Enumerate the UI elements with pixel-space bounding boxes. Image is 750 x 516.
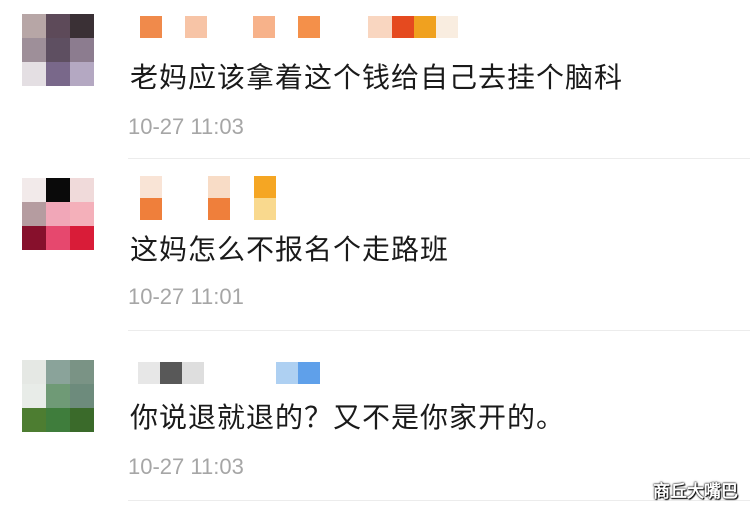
avatar-pixel xyxy=(46,62,70,86)
avatar-pixel xyxy=(22,178,46,202)
username-block xyxy=(276,362,298,384)
username-block xyxy=(182,362,204,384)
username-block xyxy=(392,16,414,38)
avatar-pixel xyxy=(46,38,70,62)
avatar-pixel xyxy=(70,178,94,202)
avatar-pixel xyxy=(70,38,94,62)
comment-text: 这妈怎么不报名个走路班 xyxy=(130,233,450,266)
comment-timestamp: 10-27 11:03 xyxy=(128,114,244,139)
comment-text: 你说退就退的？又不是你家开的。 xyxy=(130,401,566,434)
avatar-pixel xyxy=(46,408,70,432)
avatar-pixel xyxy=(70,226,94,250)
avatar-pixel xyxy=(70,202,94,226)
comment-item: 这妈怎么不报名个走路班 10-27 11:01 xyxy=(0,170,750,342)
avatar-pixel xyxy=(70,408,94,432)
username-mosaic[interactable] xyxy=(130,176,470,222)
avatar-pixel xyxy=(70,360,94,384)
username-block xyxy=(140,16,162,38)
avatar-pixel xyxy=(46,202,70,226)
avatar-pixel xyxy=(22,384,46,408)
avatar-pixel xyxy=(46,360,70,384)
avatar-pixel xyxy=(46,384,70,408)
divider xyxy=(128,158,750,159)
username-block xyxy=(253,16,275,38)
avatar-pixel xyxy=(22,202,46,226)
username-block xyxy=(138,362,160,384)
username-mosaic[interactable] xyxy=(130,16,470,38)
comment-text: 老妈应该拿着这个钱给自己去挂个脑科 xyxy=(130,61,624,94)
avatar-pixel xyxy=(22,226,46,250)
username-block xyxy=(185,16,207,38)
username-block xyxy=(298,16,320,38)
avatar-pixel xyxy=(22,38,46,62)
avatar-pixel xyxy=(70,62,94,86)
username-block xyxy=(208,198,230,220)
avatar-pixel xyxy=(70,14,94,38)
username-block xyxy=(254,198,276,220)
watermark: 商丘大嘴巴 xyxy=(653,482,738,502)
comment-feed: 老妈应该拿着这个钱给自己去挂个脑科 10-27 11:03 这妈怎么不报名个走路… xyxy=(0,0,750,516)
username-mosaic[interactable] xyxy=(130,362,470,384)
avatar-pixel xyxy=(70,384,94,408)
avatar[interactable] xyxy=(22,178,94,250)
avatar-pixel xyxy=(22,14,46,38)
username-block xyxy=(254,176,276,198)
avatar-pixel xyxy=(46,178,70,202)
comment-timestamp: 10-27 11:01 xyxy=(128,284,244,309)
username-block xyxy=(140,198,162,220)
avatar-pixel xyxy=(46,226,70,250)
avatar-pixel xyxy=(22,360,46,384)
avatar[interactable] xyxy=(22,360,94,432)
username-block xyxy=(436,16,458,38)
comment-item: 老妈应该拿着这个钱给自己去挂个脑科 10-27 11:03 xyxy=(0,0,750,172)
username-block xyxy=(160,362,182,384)
username-block xyxy=(368,16,392,38)
username-block xyxy=(208,176,230,198)
avatar-pixel xyxy=(22,62,46,86)
username-block xyxy=(140,176,162,198)
username-block xyxy=(298,362,320,384)
avatar-pixel xyxy=(22,408,46,432)
divider xyxy=(128,330,750,331)
comment-item: 你说退就退的？又不是你家开的。 10-27 11:03 xyxy=(0,338,750,510)
username-block xyxy=(414,16,436,38)
avatar[interactable] xyxy=(22,14,94,86)
comment-timestamp: 10-27 11:03 xyxy=(128,454,244,479)
avatar-pixel xyxy=(46,14,70,38)
